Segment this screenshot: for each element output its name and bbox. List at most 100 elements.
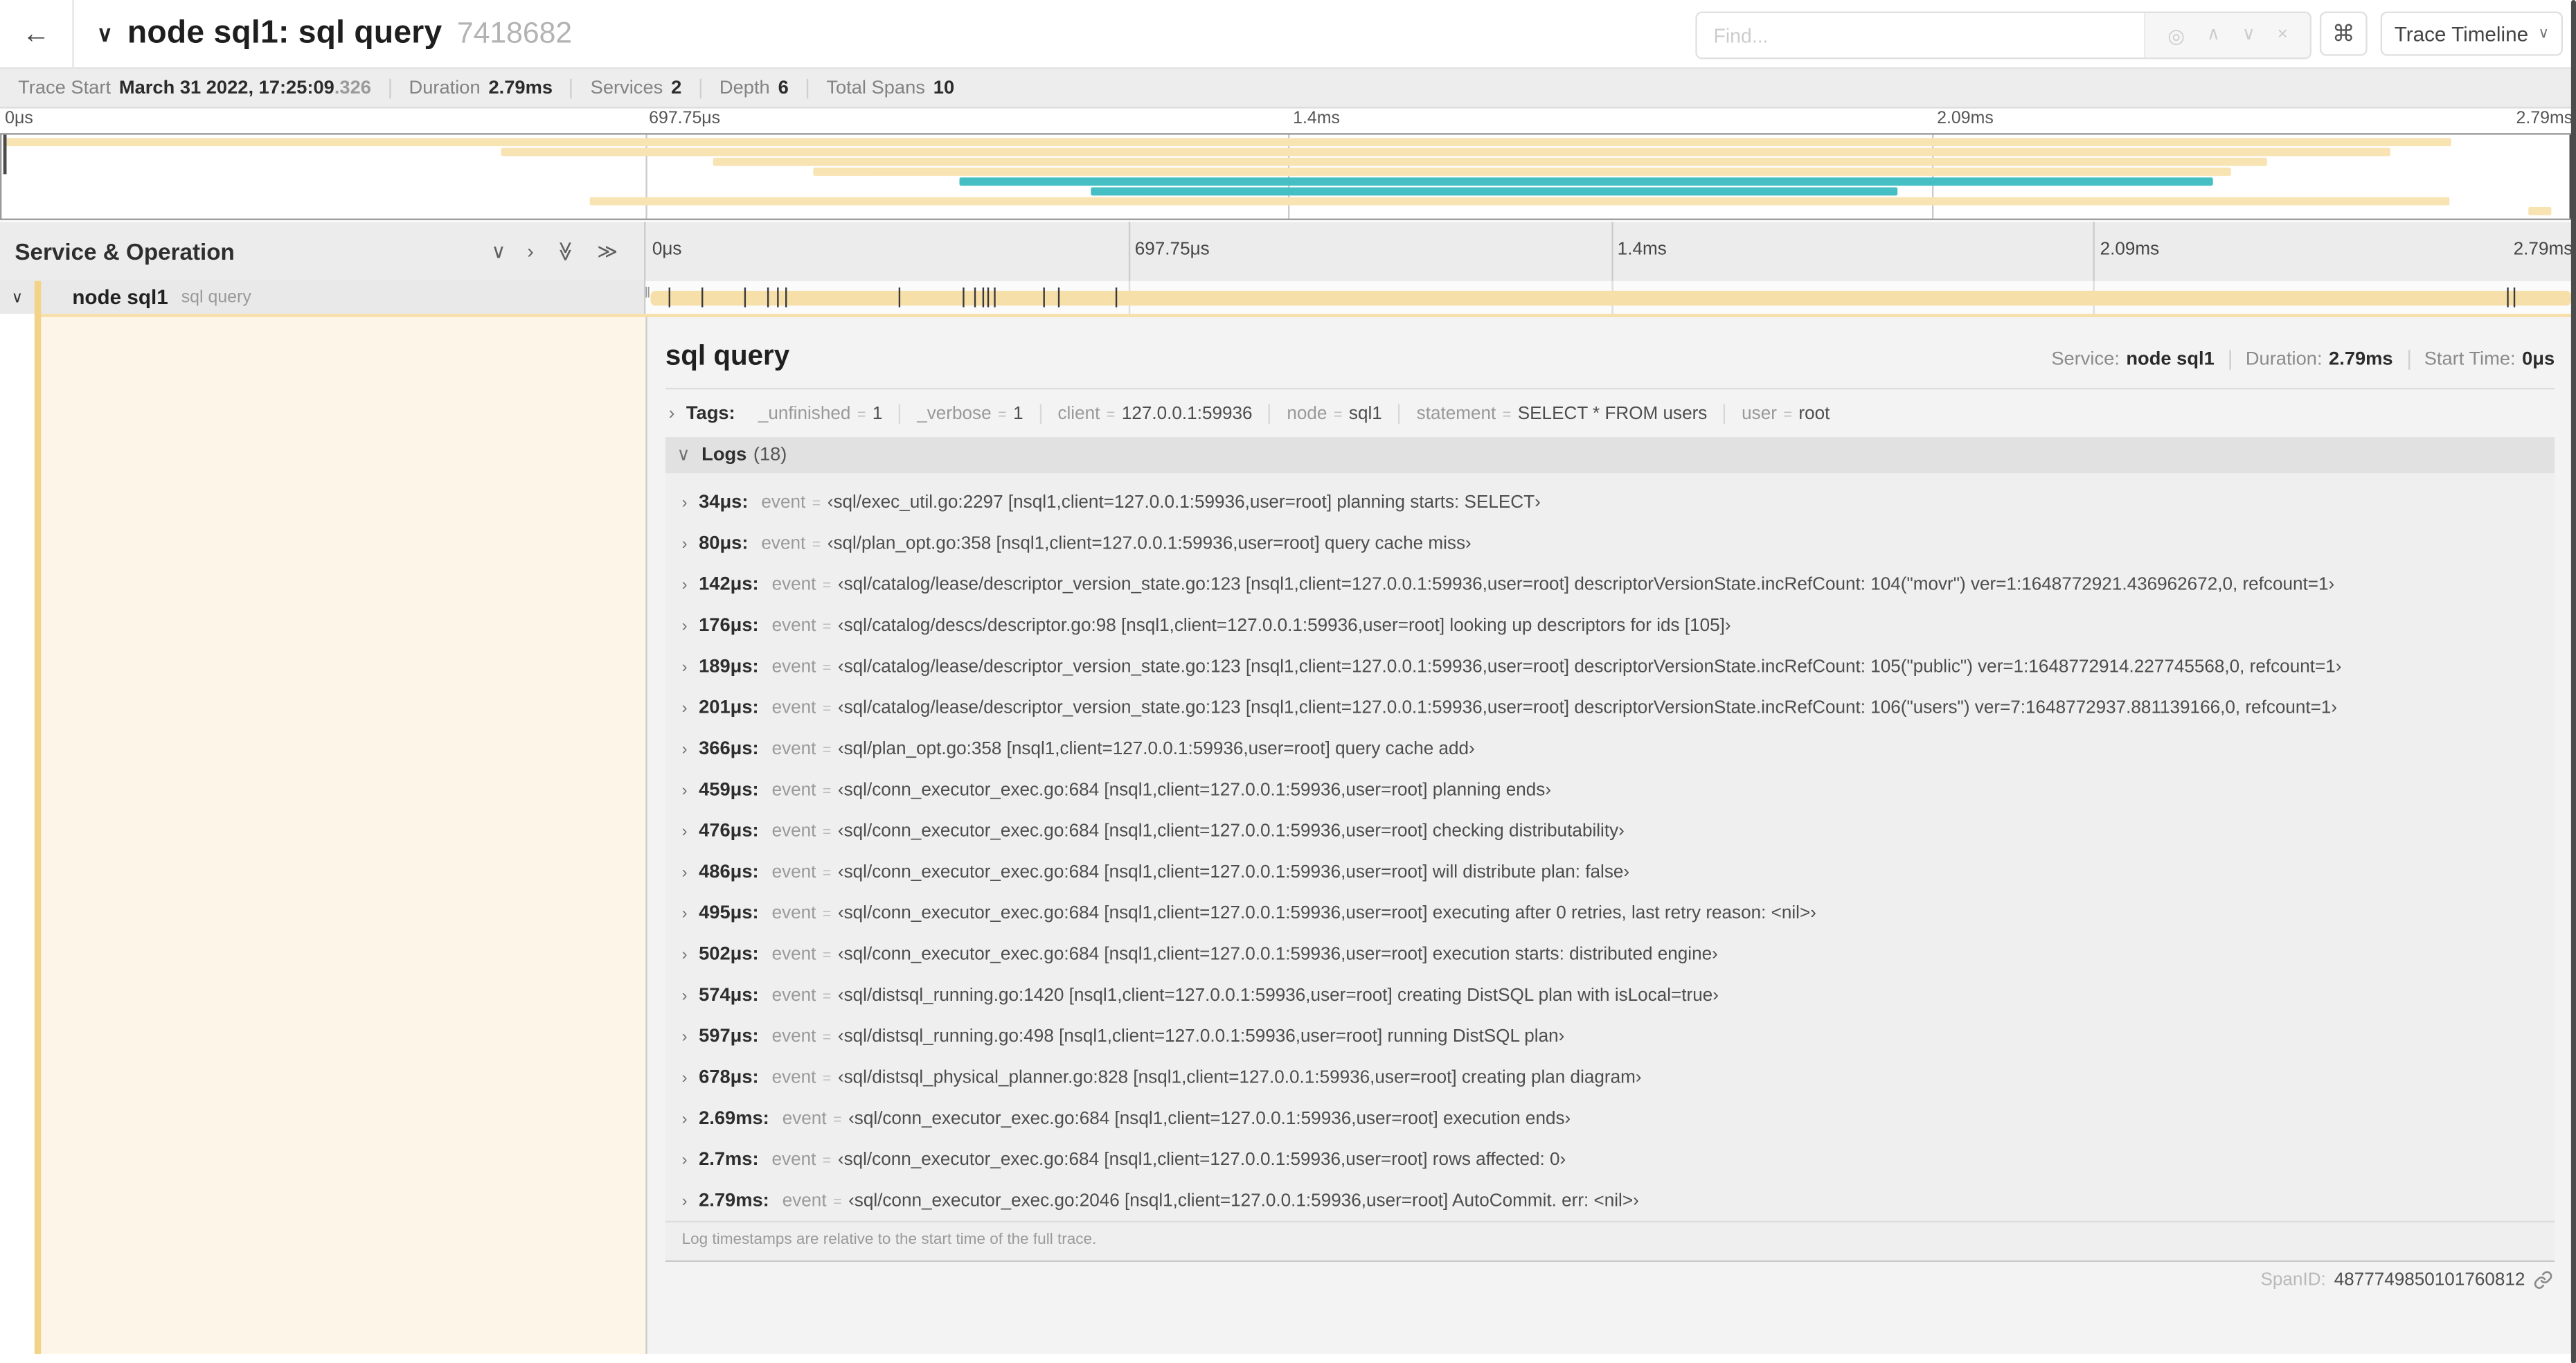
log-row[interactable]: › 476μs: event = ‹sql/conn_executor_exec… [665, 810, 2555, 851]
minimap-span [3, 138, 2573, 147]
start-time-value: 0μs [2522, 350, 2555, 370]
duration-label: Duration: [2245, 350, 2323, 370]
trace-title-group[interactable]: ∨ node sql1: sql query 7418682 [97, 15, 572, 53]
service-value: node sql1 [2126, 350, 2215, 370]
log-row[interactable]: › 2.7ms: event = ‹sql/conn_executor_exec… [665, 1139, 2555, 1179]
equals-sign: = [822, 823, 832, 840]
log-field-key: event [771, 986, 816, 1006]
span-detail-title: sql query [665, 340, 790, 372]
log-row[interactable]: › 459μs: event = ‹sql/conn_executor_exec… [665, 769, 2555, 810]
log-row[interactable]: › 2.69ms: event = ‹sql/conn_executor_exe… [665, 1098, 2555, 1139]
collapse-one-icon[interactable]: ∨ [492, 242, 506, 261]
link-icon[interactable] [2533, 1270, 2552, 1290]
log-row[interactable]: › 2.79ms: event = ‹sql/conn_executor_exe… [665, 1179, 2555, 1220]
span-name-cell[interactable]: ∨ node sql1 sql query [0, 280, 646, 314]
minimap-canvas[interactable] [0, 133, 2576, 220]
log-timestamp: 80μs: [699, 534, 749, 554]
log-timestamp: 574μs: [699, 986, 759, 1006]
prev-match-icon[interactable]: ∧ [2207, 26, 2220, 44]
log-marker [669, 287, 671, 308]
log-row[interactable]: › 486μs: event = ‹sql/conn_executor_exec… [665, 851, 2555, 892]
log-marker [2513, 287, 2516, 308]
meta-divider [2407, 350, 2410, 370]
span-bar-cell[interactable] [645, 280, 2576, 314]
time-tick-label: 1.4ms [1293, 108, 1340, 129]
minimap-span [3, 206, 2573, 215]
collapse-all-icon[interactable]: ≫ [554, 241, 577, 262]
chevron-right-icon: › [681, 618, 688, 636]
chevron-right-icon: › [681, 782, 688, 801]
summary-item: Trace Start March 31 2022, 17:25:09.326 [18, 78, 371, 98]
log-row[interactable]: › 597μs: event = ‹sql/distsql_running.go… [665, 1015, 2555, 1056]
logs-footnote: Log timestamps are relative to the start… [665, 1220, 2555, 1260]
locate-icon[interactable]: ◎ [2167, 26, 2185, 45]
log-field-key: event [761, 492, 806, 513]
log-row[interactable]: › 678μs: event = ‹sql/distsql_physical_p… [665, 1056, 2555, 1097]
logs-section-header[interactable]: ∨ Logs (18) [665, 437, 2555, 474]
keyboard-shortcuts-button[interactable]: ⌘ [2319, 11, 2368, 56]
tags-row[interactable]: › Tags: _unfinished = 1 _verbose = 1 client =… [665, 389, 2555, 437]
chevron-right-icon[interactable]: › [669, 404, 675, 423]
vertical-scrollbar[interactable] [2570, 0, 2576, 1363]
log-row[interactable]: › 34μs: event = ‹sql/exec_util.go:2297 [… [665, 481, 2555, 522]
log-timestamp: 495μs: [699, 903, 759, 924]
minimap-time-labels: 0μs 697.75μs 1.4ms 2.09ms 2.79ms [0, 107, 2576, 133]
expand-one-icon[interactable]: › [527, 242, 533, 261]
collapse-span-icon[interactable]: ∨ [12, 288, 24, 306]
log-row[interactable]: › 366μs: event = ‹sql/plan_opt.go:358 [n… [665, 728, 2555, 769]
clear-search-icon[interactable]: × [2278, 26, 2288, 44]
equals-sign: = [822, 576, 832, 594]
log-row[interactable]: › 201μs: event = ‹sql/catalog/lease/desc… [665, 687, 2555, 728]
time-tick-label: 0μs [652, 240, 682, 260]
log-row[interactable]: › 176μs: event = ‹sql/catalog/descs/desc… [665, 605, 2555, 645]
find-input[interactable] [1697, 12, 2145, 58]
equals-sign: = [822, 659, 832, 676]
log-field-key: event [782, 1109, 827, 1129]
log-marker [1058, 287, 1061, 308]
log-row[interactable]: › 502μs: event = ‹sql/conn_executor_exec… [665, 934, 2555, 974]
detail-header: sql query Service: node sql1 Duration: 2… [665, 327, 2555, 388]
log-field-value: ‹sql/conn_executor_exec.go:684 [nsql1,cl… [837, 1150, 1566, 1170]
log-row[interactable]: › 142μs: event = ‹sql/catalog/lease/desc… [665, 564, 2555, 605]
log-marker [767, 287, 769, 308]
chevron-down-icon[interactable]: ∨ [97, 21, 113, 47]
time-tick-label: 697.75μs [649, 108, 721, 129]
chevron-right-icon: › [681, 1152, 688, 1170]
log-marker [2507, 287, 2509, 308]
column-resizer-grip[interactable]: ‖ [645, 284, 651, 301]
log-row[interactable]: › 574μs: event = ‹sql/distsql_running.go… [665, 974, 2555, 1015]
span-row: ∨ node sql1 sql query [0, 280, 2576, 314]
log-field-value: ‹sql/catalog/descs/descriptor.go:98 [nsq… [837, 616, 1731, 636]
time-tick-label: 2.09ms [2100, 240, 2160, 260]
log-field-value: ‹sql/conn_executor_exec.go:2046 [nsql1,c… [848, 1191, 1639, 1211]
minimap-rows [3, 136, 2573, 217]
log-field-value: ‹sql/exec_util.go:2297 [nsql1,client=127… [827, 492, 1541, 513]
back-button[interactable]: ← [0, 0, 74, 68]
summary-item: Services 2 [571, 78, 699, 98]
log-field-key: event [761, 534, 806, 554]
tag-item: _verbose = 1 [899, 404, 1039, 425]
log-row[interactable]: › 495μs: event = ‹sql/conn_executor_exec… [665, 892, 2555, 933]
view-selector-button[interactable]: Trace Timeline ∨ [2380, 11, 2564, 56]
chevron-down-icon[interactable]: ∨ [677, 445, 690, 464]
log-marker [785, 287, 787, 308]
expand-all-icon[interactable]: ≫ [597, 242, 618, 261]
equals-sign: = [822, 905, 832, 922]
minimap-span [3, 177, 2573, 186]
equals-sign: = [822, 1069, 832, 1087]
minimap-left-scrubber[interactable] [3, 134, 7, 175]
next-match-icon[interactable]: ∨ [2242, 26, 2255, 44]
span-duration-bar[interactable] [650, 289, 2572, 305]
span-service-name: node sql1 [72, 285, 168, 310]
find-box: ◎ ∧ ∨ × [1695, 11, 2312, 60]
time-tick-label: 2.79ms [2513, 240, 2573, 260]
log-timestamp: 597μs: [699, 1026, 759, 1047]
log-row[interactable]: › 80μs: event = ‹sql/plan_opt.go:358 [ns… [665, 522, 2555, 563]
span-meta: Service: node sql1 Duration: 2.79ms Star… [2051, 350, 2555, 373]
log-row[interactable]: › 189μs: event = ‹sql/catalog/lease/desc… [665, 645, 2555, 686]
service-label: Service: [2051, 350, 2120, 370]
equals-sign: = [833, 1110, 842, 1128]
log-timestamp: 502μs: [699, 945, 759, 965]
log-field-value: ‹sql/distsql_running.go:1420 [nsql1,clie… [837, 986, 1719, 1006]
equals-sign: = [833, 1193, 842, 1210]
